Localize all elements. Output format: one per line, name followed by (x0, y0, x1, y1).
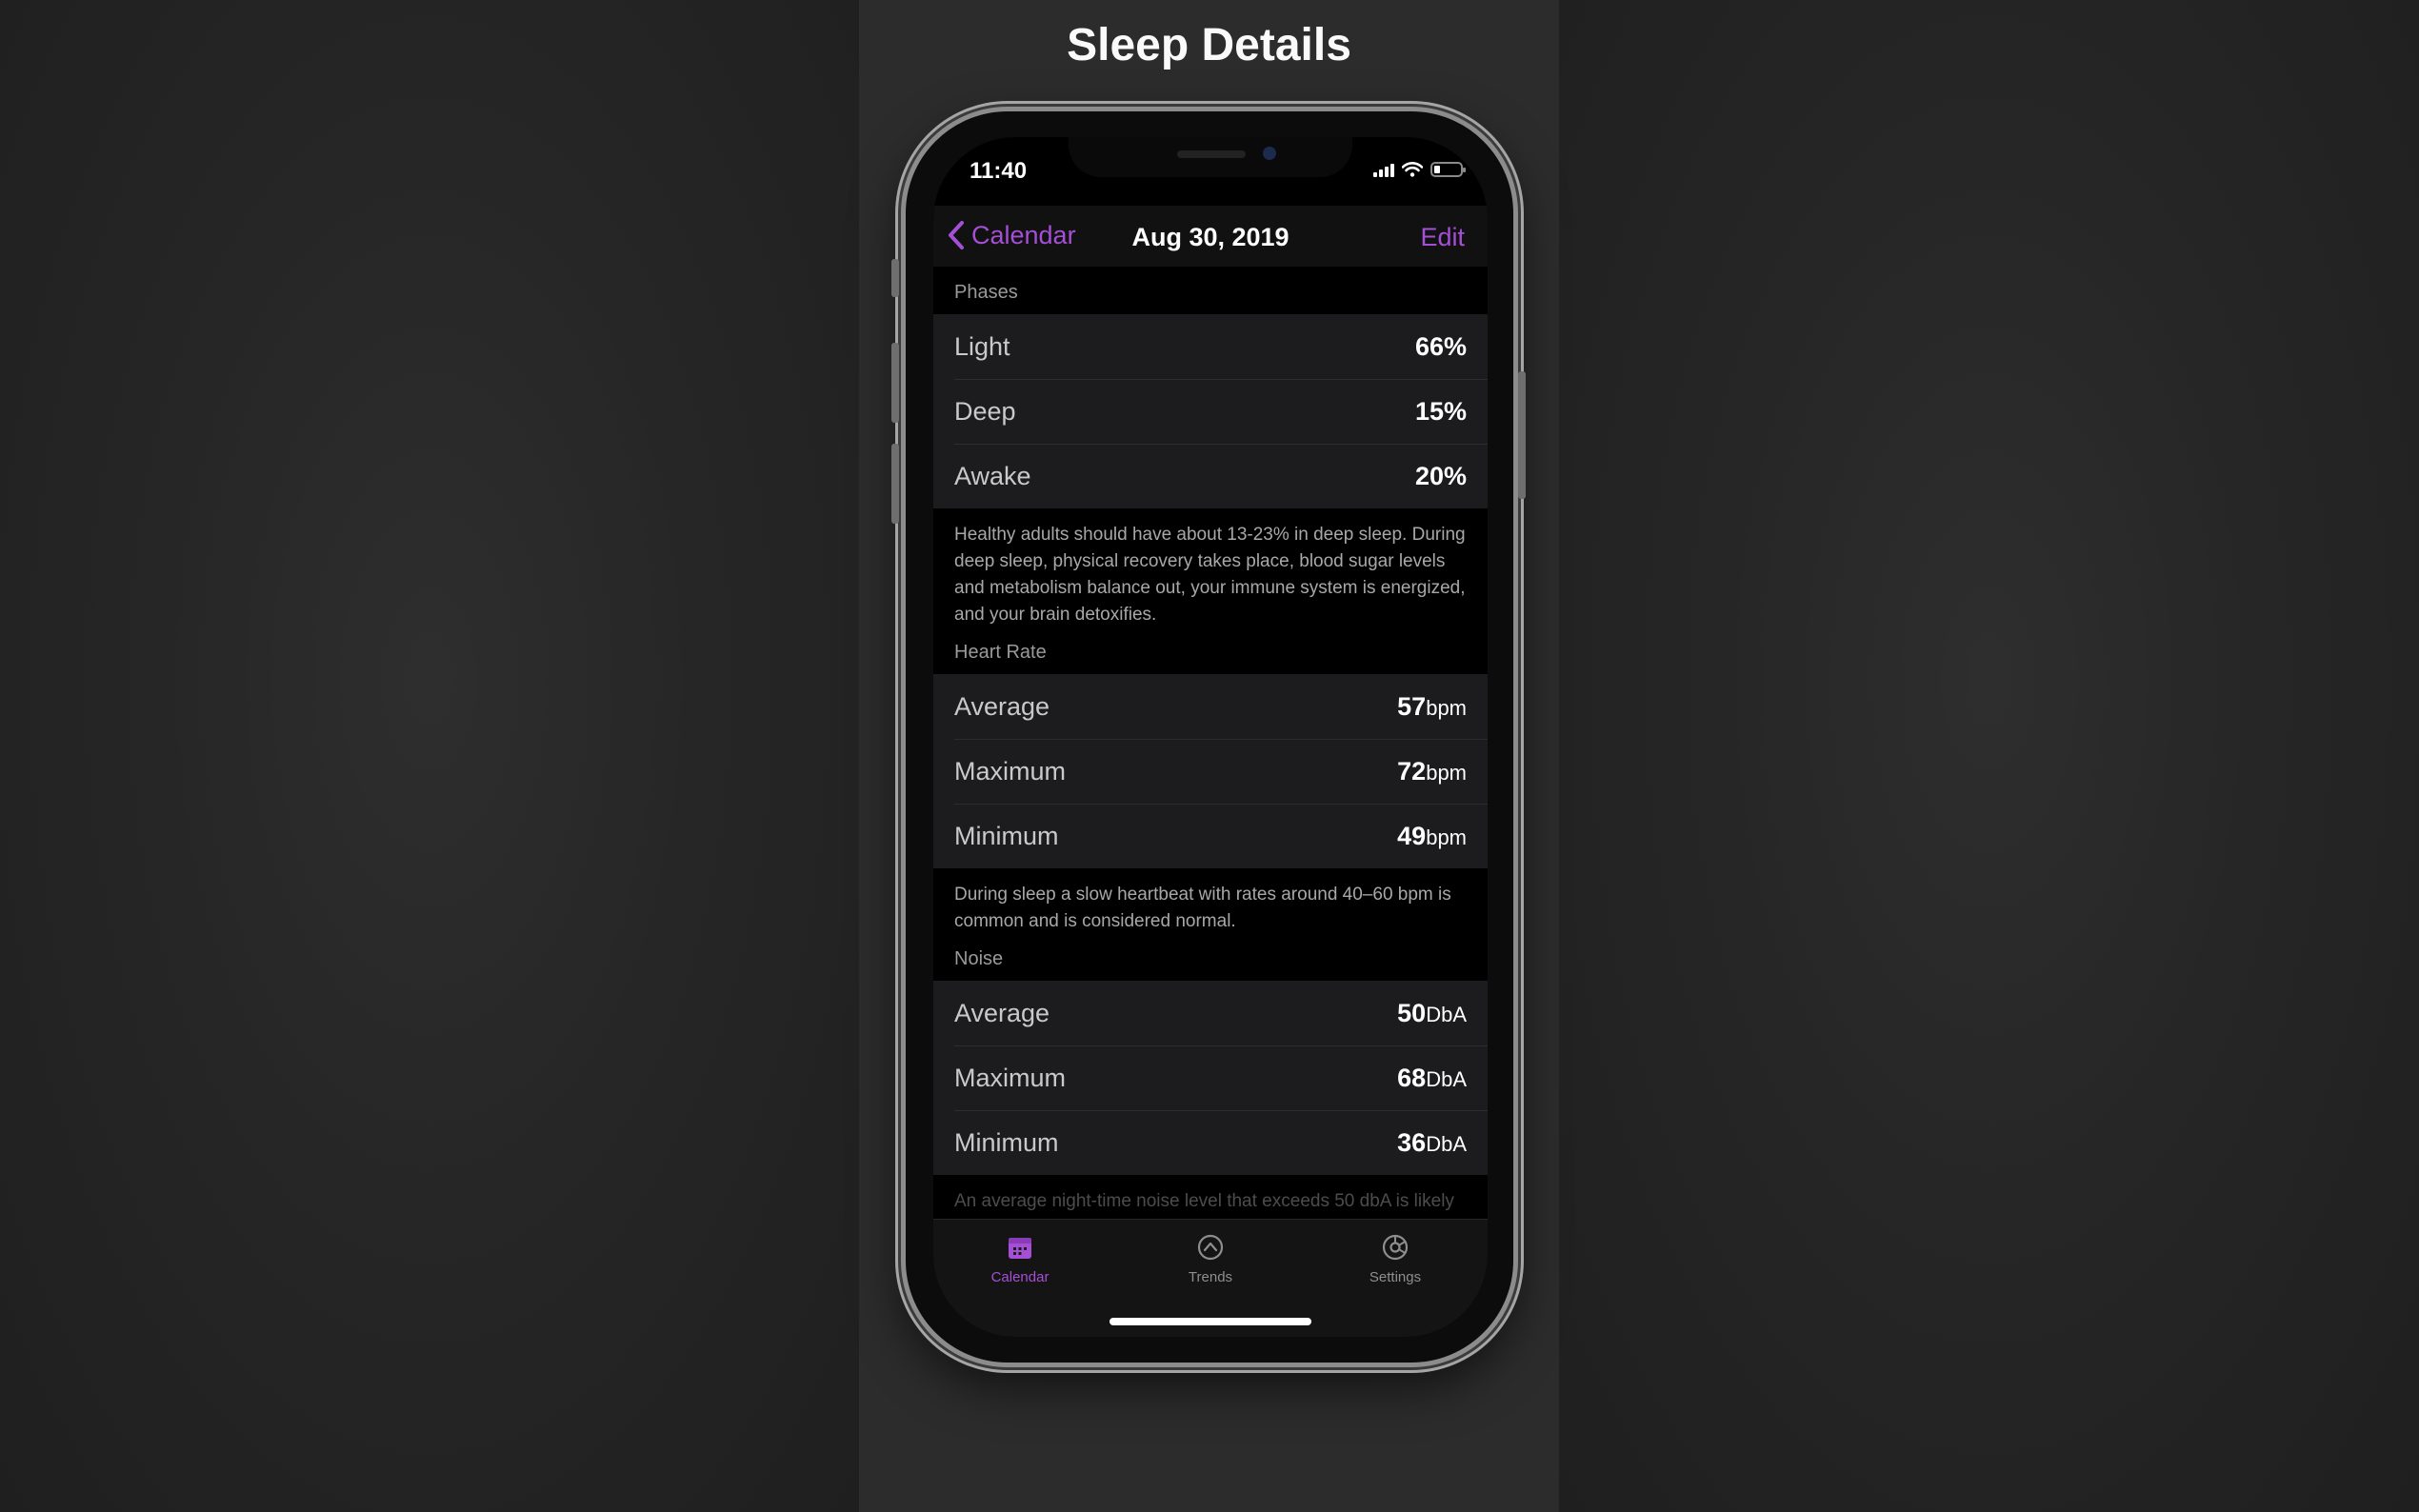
noise-row-maximum: Maximum 68DbA (933, 1045, 1488, 1110)
tab-label: Calendar (990, 1269, 1050, 1285)
row-value-number: 36 (1397, 1127, 1427, 1157)
section-header-noise: Noise (954, 948, 1004, 969)
background-left (0, 0, 859, 1512)
row-label: Average (954, 998, 1050, 1027)
row-value-unit: bpm (1426, 695, 1467, 720)
row-label: Minimum (954, 1127, 1059, 1157)
tab-label: Settings (1369, 1269, 1422, 1285)
notch (1069, 137, 1352, 177)
row-value-number: 49 (1397, 821, 1427, 850)
row-value: 15% (1414, 396, 1467, 426)
row-value-unit: DbA (1426, 1066, 1467, 1091)
row-value: 49bpm (1397, 822, 1467, 851)
page-title: Sleep Details (1067, 20, 1351, 70)
phase-row-awake: Awake 20% (933, 444, 1488, 508)
heart-rate-row-minimum: Minimum 49bpm (933, 804, 1488, 868)
heart-rate-row-maximum: Maximum 72bpm (933, 739, 1488, 804)
battery-icon (1430, 162, 1466, 177)
status-time: 11:40 (970, 158, 1028, 184)
noise-row-minimum: Minimum 36DbA (933, 1110, 1488, 1175)
tab-trends[interactable]: Trends (1139, 1233, 1282, 1285)
background-right (1559, 0, 2419, 1512)
row-label: Minimum (954, 821, 1059, 850)
section-header-phases: Phases (954, 282, 1018, 303)
home-indicator[interactable] (1110, 1318, 1311, 1325)
tab-calendar[interactable]: Calendar (949, 1233, 1091, 1285)
volume-up-button (891, 343, 899, 423)
phases-group: Light 66% Deep 15% Awake 20% (933, 314, 1488, 508)
section-header-heart-rate: Heart Rate (954, 642, 1047, 663)
power-button (1518, 371, 1526, 499)
row-value-number: 72 (1397, 756, 1427, 786)
settings-icon (1382, 1234, 1409, 1261)
row-value-unit: DbA (1426, 1131, 1467, 1156)
row-value: 72bpm (1397, 757, 1467, 786)
row-value-number: 57 (1397, 691, 1427, 721)
phase-row-light: Light 66% (933, 314, 1488, 379)
wifi-icon (1402, 162, 1423, 177)
row-value-number: 68 (1397, 1063, 1427, 1092)
front-camera (1263, 147, 1276, 160)
noise-row-average: Average 50DbA (933, 981, 1488, 1045)
row-label: Light (954, 331, 1010, 361)
row-value-unit: bpm (1426, 825, 1467, 849)
row-value-number: 50 (1397, 998, 1427, 1027)
mute-switch (891, 259, 899, 297)
edit-button[interactable]: Edit (1420, 223, 1465, 252)
row-value-unit: bpm (1426, 760, 1467, 785)
row-label: Deep (954, 396, 1016, 426)
row-value: 68DbA (1397, 1064, 1467, 1093)
calendar-icon (1009, 1238, 1031, 1259)
row-label: Maximum (954, 756, 1067, 786)
phases-footnote: Healthy adults should have about 13-23% … (954, 525, 1466, 625)
navigation-bar: Calendar Aug 30, 2019 Edit (933, 206, 1488, 267)
tab-label: Trends (1188, 1269, 1233, 1285)
noise-footnote: An average night-time noise level that e… (954, 1191, 1454, 1211)
tab-settings[interactable]: Settings (1324, 1233, 1467, 1285)
phone-screen: 11:40 Calendar Aug 30, 2019 Edit Phases … (933, 137, 1488, 1337)
row-label: Maximum (954, 1063, 1067, 1092)
row-value: 50DbA (1397, 999, 1467, 1028)
row-label: Awake (954, 461, 1031, 490)
row-value: 57bpm (1397, 692, 1467, 722)
cellular-signal-icon (1373, 164, 1394, 177)
heart-rate-row-average: Average 57bpm (933, 674, 1488, 739)
row-value: 36DbA (1397, 1128, 1467, 1158)
phase-row-deep: Deep 15% (933, 379, 1488, 444)
row-value-unit: DbA (1426, 1002, 1467, 1026)
row-value: 20% (1414, 461, 1467, 490)
heart-rate-group: Average 57bpm Maximum 72bpm Minimum 49bp… (933, 674, 1488, 868)
status-icons (1373, 162, 1466, 177)
row-value: 66% (1414, 331, 1467, 361)
noise-group: Average 50DbA Maximum 68DbA Minimum 36Db… (933, 981, 1488, 1175)
nav-title: Aug 30, 2019 (1131, 223, 1289, 251)
heart-rate-footnote: During sleep a slow heartbeat with rates… (954, 885, 1451, 931)
sleep-details-list[interactable]: Phases Light 66% Deep 15% Awake 20% Heal… (933, 267, 1488, 1219)
row-label: Average (954, 691, 1050, 721)
speaker-grille (1177, 150, 1246, 158)
volume-down-button (891, 444, 899, 524)
trends-icon (1197, 1234, 1224, 1261)
